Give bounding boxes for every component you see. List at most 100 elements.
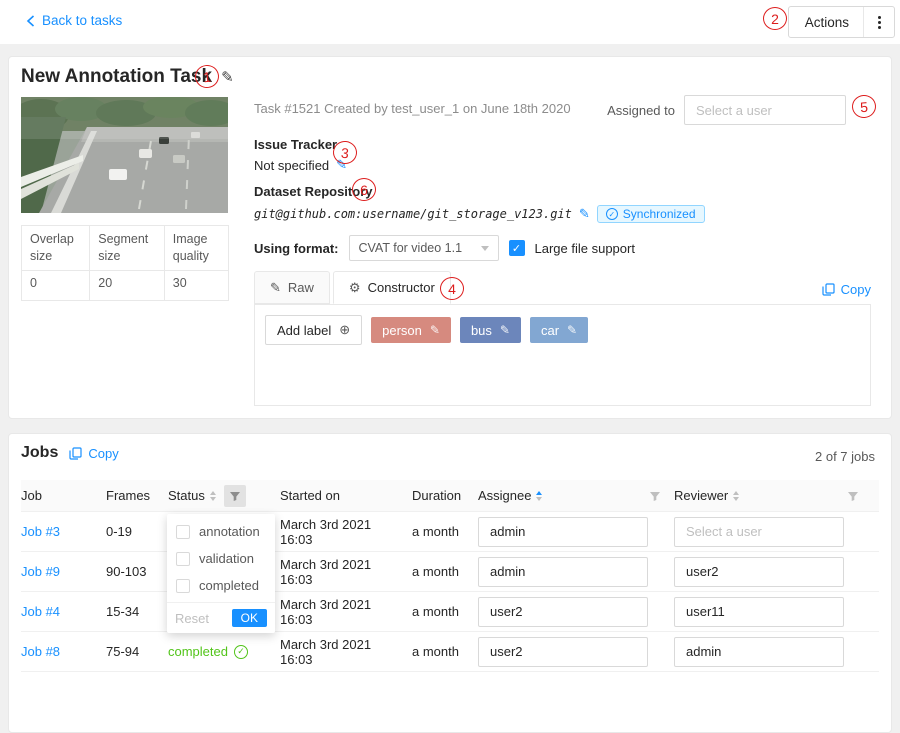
tab-raw-label: Raw xyxy=(288,280,314,295)
filter-option-label: annotation xyxy=(199,524,260,539)
job-duration: a month xyxy=(412,604,459,619)
format-value: CVAT for video 1.1 xyxy=(359,241,463,255)
reviewer-filter-icon[interactable] xyxy=(842,485,864,507)
plus-circle-icon: ⊕ xyxy=(339,322,350,338)
format-select[interactable]: CVAT for video 1.1 xyxy=(349,235,499,261)
edit-repository-icon[interactable]: ✎ xyxy=(579,206,590,222)
edit-title-icon[interactable]: ✎ xyxy=(221,68,234,86)
callout-4: 4 xyxy=(440,277,464,300)
reviewer-value: user2 xyxy=(686,564,719,579)
job-frames: 90-103 xyxy=(106,564,146,579)
chevron-left-icon xyxy=(26,15,35,27)
assigned-to-label: Assigned to xyxy=(607,103,675,118)
reviewer-value: admin xyxy=(686,644,721,659)
sort-icon[interactable] xyxy=(536,491,542,501)
checkbox-unchecked[interactable] xyxy=(176,552,190,566)
param-header: Overlap size xyxy=(22,226,90,271)
job-link[interactable]: Job #9 xyxy=(21,564,60,579)
labels-constructor-panel: Add label ⊕ person ✎ bus ✎ car ✎ xyxy=(254,305,871,406)
assignee-select[interactable]: user2 xyxy=(478,597,648,627)
filter-option-completed[interactable]: completed xyxy=(167,572,275,599)
edit-label-icon[interactable]: ✎ xyxy=(430,323,440,337)
task-details-card: New Annotation Task ✎ xyxy=(8,56,892,419)
more-options-icon[interactable] xyxy=(864,7,894,37)
edit-label-icon[interactable]: ✎ xyxy=(500,323,510,337)
job-link[interactable]: Job #3 xyxy=(21,524,60,539)
status-filter-icon[interactable] xyxy=(224,485,246,507)
job-started: March 3rd 2021 16:03 xyxy=(280,597,404,627)
assignee-value: user2 xyxy=(490,644,523,659)
jobs-title: Jobs xyxy=(21,444,58,462)
pencil-icon: ✎ xyxy=(270,280,281,296)
using-format-label: Using format: xyxy=(254,241,339,256)
job-link[interactable]: Job #4 xyxy=(21,604,60,619)
col-job: Job xyxy=(21,488,42,503)
label-chip-car[interactable]: car ✎ xyxy=(530,317,588,343)
label-chip-bus[interactable]: bus ✎ xyxy=(460,317,521,343)
filter-option-annotation[interactable]: annotation xyxy=(167,518,275,545)
reviewer-select[interactable]: user2 xyxy=(674,557,844,587)
checkbox-unchecked[interactable] xyxy=(176,579,190,593)
job-started: March 3rd 2021 16:03 xyxy=(280,637,404,667)
back-to-tasks-link[interactable]: Back to tasks xyxy=(26,13,122,28)
status-info-icon[interactable]: ✓ xyxy=(234,645,248,659)
col-status[interactable]: Status xyxy=(168,488,205,503)
label-name: person xyxy=(382,323,422,338)
task-title: New Annotation Task xyxy=(21,66,212,88)
sort-icon[interactable] xyxy=(210,491,216,501)
job-frames: 75-94 xyxy=(106,644,139,659)
status-filter-dropdown: annotation validation completed Reset OK xyxy=(167,514,275,633)
filter-option-validation[interactable]: validation xyxy=(167,545,275,572)
reviewer-select[interactable]: Select a user xyxy=(674,517,844,547)
col-assignee[interactable]: Assignee xyxy=(478,488,531,503)
filter-reset-button[interactable]: Reset xyxy=(175,611,209,626)
checkbox-unchecked[interactable] xyxy=(176,525,190,539)
back-label: Back to tasks xyxy=(42,13,122,28)
job-link[interactable]: Job #8 xyxy=(21,644,60,659)
jobs-count: 2 of 7 jobs xyxy=(815,449,875,464)
assignee-select[interactable]: admin xyxy=(478,557,648,587)
tab-constructor[interactable]: ⚙ Constructor xyxy=(333,271,451,304)
copy-icon xyxy=(69,447,82,460)
assigned-to-select[interactable]: Select a user xyxy=(684,95,846,125)
dataset-repository-label: Dataset Repository xyxy=(254,184,705,199)
build-icon: ⚙ xyxy=(349,280,361,296)
repository-url[interactable]: git@github.com:username/git_storage_v123… xyxy=(254,207,572,221)
sync-status-label: Synchronized xyxy=(623,207,696,221)
edit-label-icon[interactable]: ✎ xyxy=(567,323,577,337)
sort-icon[interactable] xyxy=(733,491,739,501)
status-text: completed xyxy=(168,644,228,659)
label-name: bus xyxy=(471,323,492,338)
job-duration: a month xyxy=(412,644,459,659)
assignee-select[interactable]: admin xyxy=(478,517,648,547)
copy-jobs-button[interactable]: Copy xyxy=(69,446,118,461)
param-header: Image quality xyxy=(164,226,228,271)
check-circle-icon: ✓ xyxy=(606,208,618,220)
actions-button[interactable]: Actions xyxy=(788,6,895,38)
assignee-filter-icon[interactable] xyxy=(644,485,666,507)
large-file-checkbox[interactable]: ✓ xyxy=(509,240,525,256)
label-chip-person[interactable]: person ✎ xyxy=(371,317,451,343)
job-row: Job #3 0-19 March 3rd 2021 16:03 a month… xyxy=(21,512,879,552)
col-started: Started on xyxy=(280,488,340,503)
filter-ok-button[interactable]: OK xyxy=(232,609,267,627)
tab-raw[interactable]: ✎ Raw xyxy=(254,271,330,304)
reviewer-placeholder: Select a user xyxy=(686,524,762,539)
reviewer-select[interactable]: admin xyxy=(674,637,844,667)
assignee-select[interactable]: user2 xyxy=(478,637,648,667)
jobs-table: Job Frames Status Started on Duration As… xyxy=(21,480,879,672)
job-started: March 3rd 2021 16:03 xyxy=(280,517,404,547)
add-label-button[interactable]: Add label ⊕ xyxy=(265,315,362,345)
add-label-text: Add label xyxy=(277,323,331,338)
copy-labels-button[interactable]: Copy xyxy=(822,282,871,297)
job-status: completed ✓ xyxy=(168,644,248,659)
job-frames: 0-19 xyxy=(106,524,132,539)
col-reviewer[interactable]: Reviewer xyxy=(674,488,728,503)
assignee-value: admin xyxy=(490,524,525,539)
job-duration: a month xyxy=(412,564,459,579)
filter-option-label: completed xyxy=(199,578,259,593)
callout-6: 6 xyxy=(352,178,376,201)
actions-label: Actions xyxy=(789,7,863,37)
job-row: Job #4 15-34 March 3rd 2021 16:03 a mont… xyxy=(21,592,879,632)
reviewer-select[interactable]: user11 xyxy=(674,597,844,627)
